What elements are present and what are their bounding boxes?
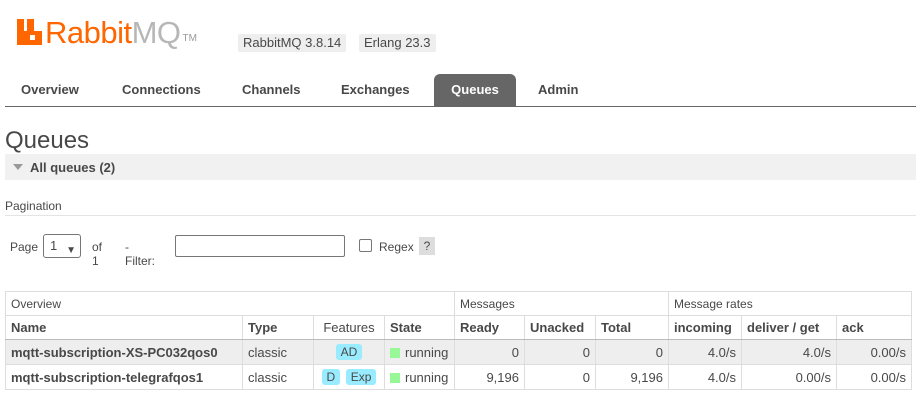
col-state: State [384, 315, 455, 340]
pagination-divider [5, 215, 916, 216]
tab-queues[interactable]: Queues [434, 74, 516, 106]
header: RabbitMQ TM RabbitMQ 3.8.14 Erlang 23.3 [0, 0, 916, 70]
ack-cell: 0.00/s [836, 364, 912, 390]
col-features: Features [313, 315, 385, 340]
col-incoming: incoming [668, 315, 742, 340]
feature-badge-exp: Exp [345, 369, 377, 385]
page-count-label: of 1 [92, 240, 103, 268]
incoming-cell: 4.0/s [668, 339, 742, 365]
total-cell: 9,196 [595, 364, 669, 390]
tab-overview[interactable]: Overview [6, 74, 94, 106]
state-running-icon [390, 372, 400, 383]
deliver-get-cell: 0.00/s [741, 364, 837, 390]
section-label: All queues (2) [30, 160, 116, 175]
col-ack: ack [836, 315, 912, 340]
group-messages: Messages [454, 291, 669, 316]
ready-cell: 0 [454, 339, 525, 365]
total-cell: 0 [595, 339, 669, 365]
deliver-get-cell: 4.0/s [741, 339, 837, 365]
page-label: Page [10, 240, 39, 254]
state-label: running [405, 369, 449, 385]
queue-state-cell: running [384, 364, 455, 390]
col-type: Type [242, 315, 314, 340]
feature-badge-d: D [321, 369, 341, 385]
feature-badge-ad: AD [335, 344, 363, 360]
queue-type-cell: classic [242, 364, 314, 390]
queue-name-link[interactable]: mqtt-subscription-telegrafqos1 [11, 370, 203, 385]
queue-name-cell: mqtt-subscription-telegrafqos1 [5, 364, 243, 390]
queue-features-cell: AD [313, 339, 385, 365]
queue-name-cell: mqtt-subscription-XS-PC032qos0 [5, 339, 243, 365]
table-column-header-row: Name Type Features State Ready Unacked T… [5, 315, 912, 340]
logo-wordmark: RabbitMQ [45, 15, 181, 50]
queue-state-cell: running [384, 339, 455, 365]
col-total: Total [595, 315, 669, 340]
filter-label: - Filter: [125, 240, 155, 268]
page-select[interactable]: 1 ▼ [43, 234, 81, 258]
col-unacked: Unacked [524, 315, 596, 340]
all-queues-section-toggle[interactable]: All queues (2) [5, 154, 916, 180]
table-row[interactable]: mqtt-subscription-XS-PC032qos0 classic A… [5, 339, 912, 365]
ready-cell: 9,196 [454, 364, 525, 390]
ack-cell: 0.00/s [836, 339, 912, 365]
group-overview: Overview [5, 291, 455, 316]
group-message-rates: Message rates [668, 291, 912, 316]
pagination-heading: Pagination [5, 199, 62, 213]
col-name[interactable]: Name [5, 315, 243, 340]
erlang-version-badge: Erlang 23.3 [359, 34, 436, 52]
col-ready: Ready [454, 315, 525, 340]
queue-name-link[interactable]: mqtt-subscription-XS-PC032qos0 [11, 345, 218, 360]
regex-checkbox[interactable] [359, 239, 372, 252]
chevron-down-icon: ▼ [66, 245, 76, 256]
tab-exchanges[interactable]: Exchanges [326, 74, 425, 106]
page-select-value: 1 [50, 238, 58, 253]
unacked-cell: 0 [524, 339, 596, 365]
state-running-icon [390, 347, 400, 358]
table-row[interactable]: mqtt-subscription-telegrafqos1 classic D… [5, 364, 912, 390]
unacked-cell: 0 [524, 364, 596, 390]
state-label: running [405, 344, 449, 360]
table-group-header-row: Overview Messages Message rates [5, 291, 912, 316]
tab-admin[interactable]: Admin [523, 74, 593, 106]
regex-help-button[interactable]: ? [419, 237, 435, 255]
incoming-cell: 4.0/s [668, 364, 742, 390]
queue-features-cell: D Exp [313, 364, 385, 390]
filter-input[interactable] [175, 235, 345, 257]
tab-channels[interactable]: Channels [227, 74, 316, 106]
rabbitmq-logo[interactable]: RabbitMQ TM [17, 16, 197, 50]
main-nav-tabs: Overview Connections Channels Exchanges … [5, 74, 916, 107]
regex-label: Regex [379, 240, 414, 254]
queues-table: Overview Messages Message rates Name Typ… [5, 291, 912, 390]
col-deliver-get: deliver / get [741, 315, 837, 340]
collapse-triangle-icon [13, 164, 23, 170]
logo-trademark: TM [182, 33, 197, 44]
queue-type-cell: classic [242, 339, 314, 365]
rabbitmq-logo-icon [17, 19, 42, 45]
page-title: Queues [5, 127, 90, 154]
rabbitmq-version-badge: RabbitMQ 3.8.14 [238, 34, 347, 52]
tab-connections[interactable]: Connections [107, 74, 216, 106]
